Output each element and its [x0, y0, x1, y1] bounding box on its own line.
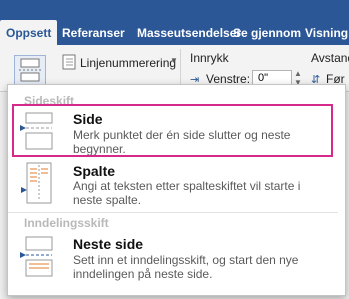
breaks-button[interactable] [14, 55, 46, 85]
tab-oppsett[interactable]: Oppsett [0, 20, 58, 45]
menu-divider [8, 212, 338, 213]
column-break-icon [21, 162, 52, 204]
ribbon-separator [180, 49, 181, 87]
section-header-section-breaks: Inndelingsskift [24, 216, 109, 230]
chevron-down-icon: ▼ [170, 56, 178, 65]
line-numbering-label: Linjenummerering [80, 56, 177, 70]
indent-label: Innrykk [190, 51, 229, 65]
menu-item-column-break[interactable]: Spalte Angi at teksten etter spalteskift… [16, 160, 331, 208]
ribbon-tab-bar: Oppsett Referanser Masseutsendelser Se g… [0, 0, 349, 45]
menu-item-next-page-section-break[interactable]: Neste side Sett inn et inndelingsskift, … [16, 232, 331, 282]
line-numbers-icon [62, 54, 76, 70]
menu-item-description: Sett inn et inndelingsskift, og start de… [73, 253, 299, 281]
line-numbering-button[interactable]: Linjenummerering ▼ [60, 53, 180, 71]
tab-visning[interactable]: Visning [305, 26, 348, 40]
next-page-icon [20, 236, 53, 277]
page-break-icon [19, 58, 41, 82]
menu-item-title: Spalte [73, 163, 116, 179]
tab-se-gjennom[interactable]: Se gjennom [233, 26, 301, 40]
tab-referanser[interactable]: Referanser [62, 26, 125, 40]
menu-item-title: Neste side [73, 236, 144, 252]
spacing-label: Avstand [311, 51, 349, 65]
menu-item-description: Angi at teksten etter spalteskiftet vil … [73, 179, 301, 207]
selection-highlight [12, 104, 333, 157]
tab-masseutsendelser[interactable]: Masseutsendelser [137, 26, 241, 40]
